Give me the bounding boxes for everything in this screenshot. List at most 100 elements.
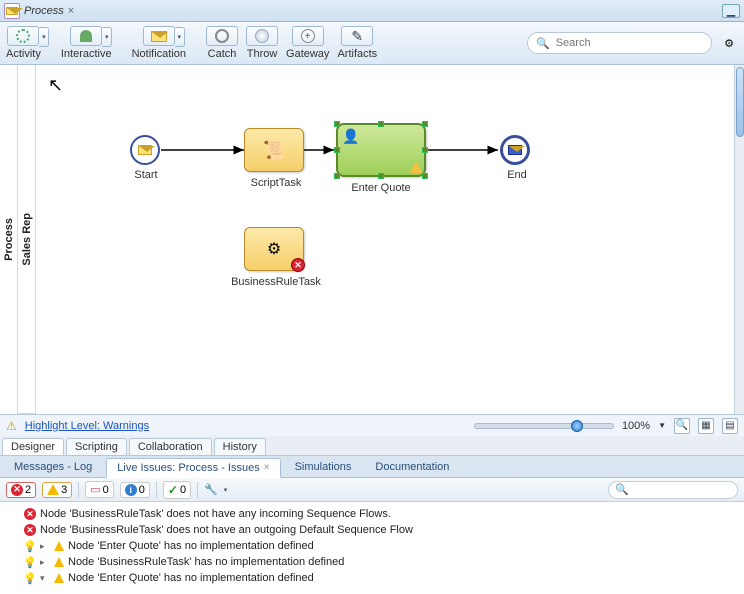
zoom-fit-icon[interactable]: 🔍: [674, 418, 690, 434]
diagram-workarea: Process Sales Rep ↖ Start 📜 ScriptTask 👤: [0, 65, 744, 414]
lane-header[interactable]: Sales Rep: [18, 65, 35, 414]
resize-handle[interactable]: [334, 173, 340, 179]
resize-handle[interactable]: [422, 121, 428, 127]
expand-icon[interactable]: ▾: [40, 573, 50, 584]
zoom-slider[interactable]: [474, 423, 614, 429]
zoom-dropdown-icon[interactable]: ▼: [658, 421, 666, 430]
tab-scripting[interactable]: Scripting: [66, 438, 127, 455]
resize-handle[interactable]: [378, 121, 384, 127]
tab-designer[interactable]: Designer: [2, 438, 64, 455]
tab-collaboration[interactable]: Collaboration: [129, 438, 212, 455]
issue-row[interactable]: ✕ Node 'BusinessRuleTask' does not have …: [6, 506, 738, 522]
envelope-icon: [151, 31, 167, 42]
editor-title: Process: [24, 5, 64, 17]
dropdown-caret-icon[interactable]: ▾: [175, 27, 185, 47]
business-rule-label: BusinessRuleTask: [221, 276, 331, 288]
resize-handle[interactable]: [422, 173, 428, 179]
toolbar-search[interactable]: 🔍: [527, 32, 712, 54]
start-event[interactable]: [130, 135, 160, 165]
titlebar: Process × ▁: [0, 0, 744, 22]
editor-mode-tabs: Designer Scripting Collaboration History: [0, 436, 744, 456]
tab-history[interactable]: History: [214, 438, 266, 455]
bpmn-canvas[interactable]: ↖ Start 📜 ScriptTask 👤 Enter Quote: [36, 65, 744, 414]
business-rule-task[interactable]: ⚙ ✕: [244, 227, 304, 271]
resize-handle[interactable]: [378, 173, 384, 179]
expand-icon[interactable]: ▸: [40, 541, 50, 552]
bottom-panel-tabs: Messages - Log Live Issues: Process - Is…: [0, 456, 744, 478]
tab-live-issues[interactable]: Live Issues: Process - Issues×: [106, 458, 280, 478]
script-task[interactable]: 📜: [244, 128, 304, 172]
catch-event-icon: [215, 29, 229, 43]
tool-notification[interactable]: ▾ Notification: [132, 26, 186, 60]
filter-errors[interactable]: ✕2: [6, 482, 36, 498]
tool-activity[interactable]: ▾ Activity: [6, 26, 41, 60]
tab-messages-log[interactable]: Messages - Log: [4, 458, 102, 476]
dropdown-caret-icon[interactable]: ▾: [39, 27, 49, 47]
expand-icon[interactable]: ▸: [40, 557, 50, 568]
gateway-icon: +: [301, 29, 315, 43]
warning-icon: ⚠: [6, 419, 17, 433]
end-event[interactable]: [500, 135, 530, 165]
issues-search[interactable]: 🔍: [608, 481, 738, 499]
wrench-icon[interactable]: 🔧: [204, 483, 218, 496]
warning-icon: [54, 573, 64, 583]
tab-documentation[interactable]: Documentation: [365, 458, 459, 476]
throw-event-icon: [255, 29, 269, 43]
tool-throw[interactable]: Throw: [246, 26, 278, 60]
tab-simulations[interactable]: Simulations: [285, 458, 362, 476]
tool-catch[interactable]: Catch: [206, 26, 238, 60]
issue-text: Node 'Enter Quote' has no implementation…: [68, 572, 314, 584]
error-icon: ✕: [11, 484, 23, 496]
script-icon: 📜: [263, 140, 285, 161]
minimize-panel-button[interactable]: ▁: [722, 4, 740, 18]
filter-info[interactable]: i0: [120, 482, 150, 498]
issue-row[interactable]: ✕ Node 'BusinessRuleTask' does not have …: [6, 522, 738, 538]
filter-ok[interactable]: ✓0: [163, 481, 191, 499]
tool-artifacts[interactable]: ✎ Artifacts: [337, 26, 377, 60]
issue-text: Node 'Enter Quote' has no implementation…: [68, 540, 314, 552]
toolbar-settings-icon[interactable]: ⚙: [720, 34, 738, 52]
cursor-icon: ↖: [48, 75, 63, 96]
lightbulb-icon: 💡: [24, 572, 36, 584]
highlight-level-link[interactable]: Highlight Level: Warnings: [25, 420, 149, 432]
layout-icon[interactable]: ▦: [698, 418, 714, 434]
close-tab-icon[interactable]: ×: [68, 5, 74, 17]
error-icon: ✕: [24, 524, 36, 536]
gear-icon: [16, 29, 30, 43]
scrollbar-thumb[interactable]: [736, 67, 744, 137]
filter-warnings[interactable]: 3: [42, 482, 72, 498]
tool-interactive[interactable]: ▾ Interactive: [61, 26, 112, 60]
resize-handle[interactable]: [422, 147, 428, 153]
search-input[interactable]: [556, 37, 703, 49]
warning-icon: [47, 484, 59, 495]
warning-icon: [54, 557, 64, 567]
issue-row[interactable]: 💡▸ Node 'BusinessRuleTask' has no implem…: [6, 554, 738, 570]
filter-pink[interactable]: ▭0: [85, 481, 114, 498]
close-icon[interactable]: ×: [264, 462, 270, 473]
resize-handle[interactable]: [334, 147, 340, 153]
warning-badge-icon: [410, 161, 422, 173]
user-icon: 👤: [342, 128, 359, 145]
zoom-knob[interactable]: [571, 420, 583, 432]
user-task-label: Enter Quote: [336, 182, 426, 194]
pool-header[interactable]: Process: [0, 65, 18, 414]
person-icon: [80, 30, 92, 42]
issue-text: Node 'BusinessRuleTask' does not have an…: [40, 524, 413, 536]
message-icon: [508, 145, 522, 155]
tool-gateway[interactable]: + Gateway: [286, 26, 329, 60]
resize-handle[interactable]: [334, 121, 340, 127]
issue-text: Node 'BusinessRuleTask' does not have an…: [40, 508, 391, 520]
grid-icon[interactable]: ▤: [722, 418, 738, 434]
error-icon: ✕: [24, 508, 36, 520]
issue-row[interactable]: 💡▸ Node 'Enter Quote' has no implementat…: [6, 538, 738, 554]
pink-icon: ▭: [90, 483, 100, 496]
user-task-enter-quote[interactable]: 👤: [336, 123, 426, 177]
canvas-scrollbar[interactable]: [734, 65, 744, 414]
dropdown-caret-icon[interactable]: ▾: [102, 27, 112, 47]
process-file-icon: [4, 3, 20, 19]
sequence-flows: [36, 65, 744, 414]
start-label: Start: [130, 169, 162, 181]
issue-row[interactable]: 💡 ▾ Node 'Enter Quote' has no implementat…: [6, 570, 738, 586]
dropdown-caret-icon[interactable]: ▾: [224, 486, 228, 494]
issues-list: ✕ Node 'BusinessRuleTask' does not have …: [0, 502, 744, 594]
